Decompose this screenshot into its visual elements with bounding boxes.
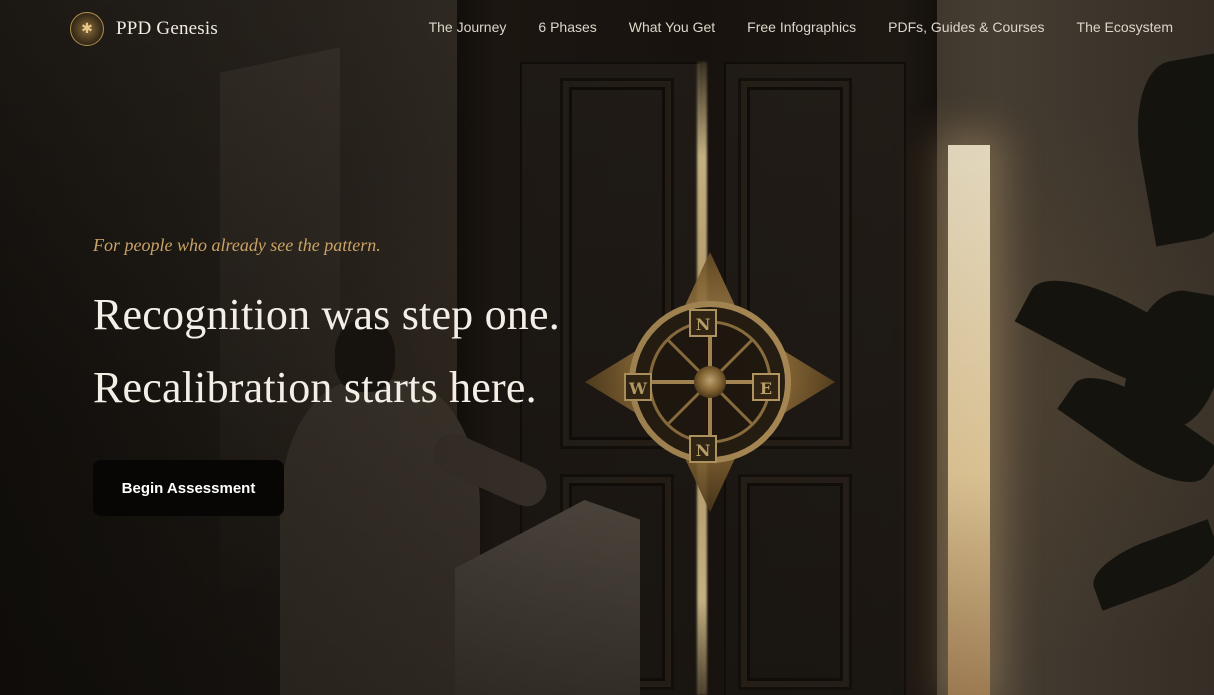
hero-headline: Recognition was step one. Recalibration … xyxy=(93,278,560,424)
brand-home-link[interactable]: ✱ PPD Genesis xyxy=(70,12,218,46)
nav-link-6-phases[interactable]: 6 Phases xyxy=(538,19,596,35)
nav-link-the-ecosystem[interactable]: The Ecosystem xyxy=(1077,19,1173,35)
begin-assessment-button[interactable]: Begin Assessment xyxy=(93,460,284,516)
hero-headline-line-2: Recalibration starts here. xyxy=(93,363,537,412)
brand-name: PPD Genesis xyxy=(116,18,218,39)
hero-copy: For people who already see the pattern. … xyxy=(93,235,560,516)
hero-section: N W E N ✱ PPD Genesis The Journey 6 Phas… xyxy=(0,0,1214,695)
nav-link-pdfs-guides-courses[interactable]: PDFs, Guides & Courses xyxy=(888,19,1044,35)
bee-emblem-icon: ✱ xyxy=(70,12,104,46)
hero-headline-line-1: Recognition was step one. xyxy=(93,290,560,339)
nav-links: The Journey 6 Phases What You Get Free I… xyxy=(429,19,1173,35)
hero-eyebrow: For people who already see the pattern. xyxy=(93,235,381,255)
nav-link-the-journey[interactable]: The Journey xyxy=(429,19,507,35)
nav-link-what-you-get[interactable]: What You Get xyxy=(629,19,715,35)
top-navigation: ✱ PPD Genesis The Journey 6 Phases What … xyxy=(0,0,1214,58)
nav-link-free-infographics[interactable]: Free Infographics xyxy=(747,19,856,35)
